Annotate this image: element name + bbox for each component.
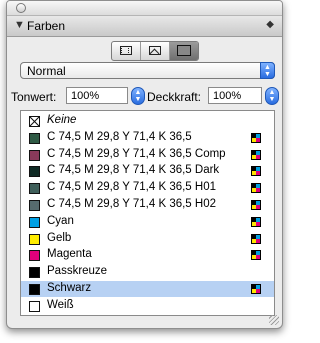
process-color-icon (251, 233, 261, 244)
process-color-icon (251, 149, 261, 160)
color-name: Cyan (47, 214, 74, 227)
process-color-icon (251, 132, 261, 143)
color-name: C 74,5 M 29,8 Y 71,4 K 36,5 (47, 130, 192, 143)
process-color-icon (251, 250, 261, 261)
title-bar[interactable] (7, 1, 282, 16)
color-name: C 74,5 M 29,8 Y 71,4 K 36,5 Comp (47, 147, 226, 160)
color-swatch (29, 216, 40, 228)
color-list-item[interactable]: Gelb (21, 231, 274, 247)
color-swatch (29, 149, 40, 161)
color-list-item[interactable]: Schwarz (21, 281, 274, 297)
color-swatch (29, 250, 40, 262)
frame-target-button[interactable] (112, 42, 141, 60)
color-name: Schwarz (47, 282, 92, 294)
process-color-icon (251, 183, 261, 194)
color-swatch (29, 166, 40, 178)
picture-target-button[interactable] (141, 42, 170, 60)
color-swatch (29, 284, 40, 295)
panel-header[interactable]: ▼ Farben ◆ (7, 16, 282, 37)
deckkraft-field[interactable]: 100% (208, 87, 262, 104)
tonwert-field[interactable]: 100% (66, 87, 128, 104)
color-list-item[interactable]: C 74,5 M 29,8 Y 71,4 K 36,5 Comp (21, 147, 274, 163)
color-name: C 74,5 M 29,8 Y 71,4 K 36,5 H02 (47, 198, 216, 210)
mode-select-value: Normal (27, 64, 66, 78)
target-segmented-control (111, 41, 199, 61)
collapse-triangle-icon[interactable]: ▼ (14, 19, 25, 31)
panel-menu-icon[interactable]: ◆ (266, 19, 274, 30)
mode-select[interactable]: Normal ▲ ▼ (20, 62, 275, 79)
process-color-icon (251, 284, 261, 294)
panel-title: Farben (27, 19, 66, 33)
color-swatch (29, 200, 40, 211)
color-list: Keine C 74,5 M 29,8 Y 71,4 K 36,5 C 74,5 M… (20, 110, 275, 316)
deckkraft-stepper[interactable]: ▲ ▼ (265, 87, 279, 105)
color-swatch (29, 116, 40, 127)
select-arrows-icon: ▲ ▼ (260, 62, 275, 79)
color-name: Passkreuze (47, 265, 108, 278)
tonwert-label: Tonwert: (11, 90, 57, 104)
color-name: Gelb (47, 231, 72, 244)
color-name: C 74,5 M 29,8 Y 71,4 K 36,5 Dark (47, 164, 220, 177)
process-color-icon (251, 216, 261, 227)
color-swatch (29, 233, 40, 245)
color-swatch (29, 300, 40, 312)
color-swatch (29, 132, 40, 144)
color-list-item[interactable]: Passkreuze (21, 264, 274, 280)
colors-palette-window: ▼ Farben ◆ Normal ▲ ▼ Tonwert: 100% ▲ ▼ De… (6, 0, 283, 329)
process-color-icon (251, 166, 261, 177)
frame-icon (120, 46, 132, 55)
color-list-item[interactable]: C 74,5 M 29,8 Y 71,4 K 36,5 H02 (21, 197, 274, 213)
box-target-button[interactable] (170, 42, 198, 60)
color-name: Keine (47, 114, 77, 126)
deckkraft-label: Deckkraft: (147, 90, 202, 104)
color-list-item[interactable]: C 74,5 M 29,8 Y 71,4 K 36,5 H01 (21, 180, 274, 196)
color-list-item[interactable]: C 74,5 M 29,8 Y 71,4 K 36,5 Dark (21, 163, 274, 179)
color-swatch (29, 267, 40, 279)
color-name: Weiß (47, 298, 74, 311)
color-name: Magenta (47, 248, 92, 261)
color-list-item[interactable]: Weiß (21, 298, 274, 314)
color-swatch (29, 183, 40, 195)
color-list-item[interactable]: Keine (21, 113, 274, 129)
color-list-item[interactable]: Cyan (21, 214, 274, 230)
close-icon[interactable] (16, 3, 26, 13)
resize-grip[interactable] (269, 315, 279, 325)
tonwert-stepper[interactable]: ▲ ▼ (131, 87, 145, 105)
color-name: C 74,5 M 29,8 Y 71,4 K 36,5 H01 (47, 181, 216, 194)
process-color-icon (251, 200, 261, 210)
box-icon (177, 45, 191, 56)
color-list-item[interactable]: Magenta (21, 247, 274, 263)
color-list-item[interactable]: C 74,5 M 29,8 Y 71,4 K 36,5 (21, 130, 274, 146)
picture-icon (149, 46, 161, 55)
